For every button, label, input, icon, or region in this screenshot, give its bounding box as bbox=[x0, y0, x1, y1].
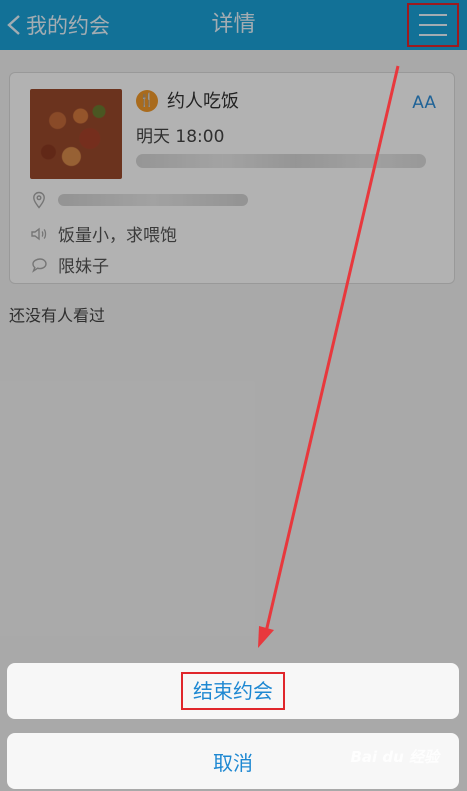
cancel-label: 取消 bbox=[213, 750, 253, 775]
end-appointment-button[interactable]: 结束约会 bbox=[7, 663, 459, 719]
baidu-watermark: Bai du 经验 bbox=[350, 748, 439, 766]
end-appointment-label: 结束约会 bbox=[181, 672, 285, 710]
